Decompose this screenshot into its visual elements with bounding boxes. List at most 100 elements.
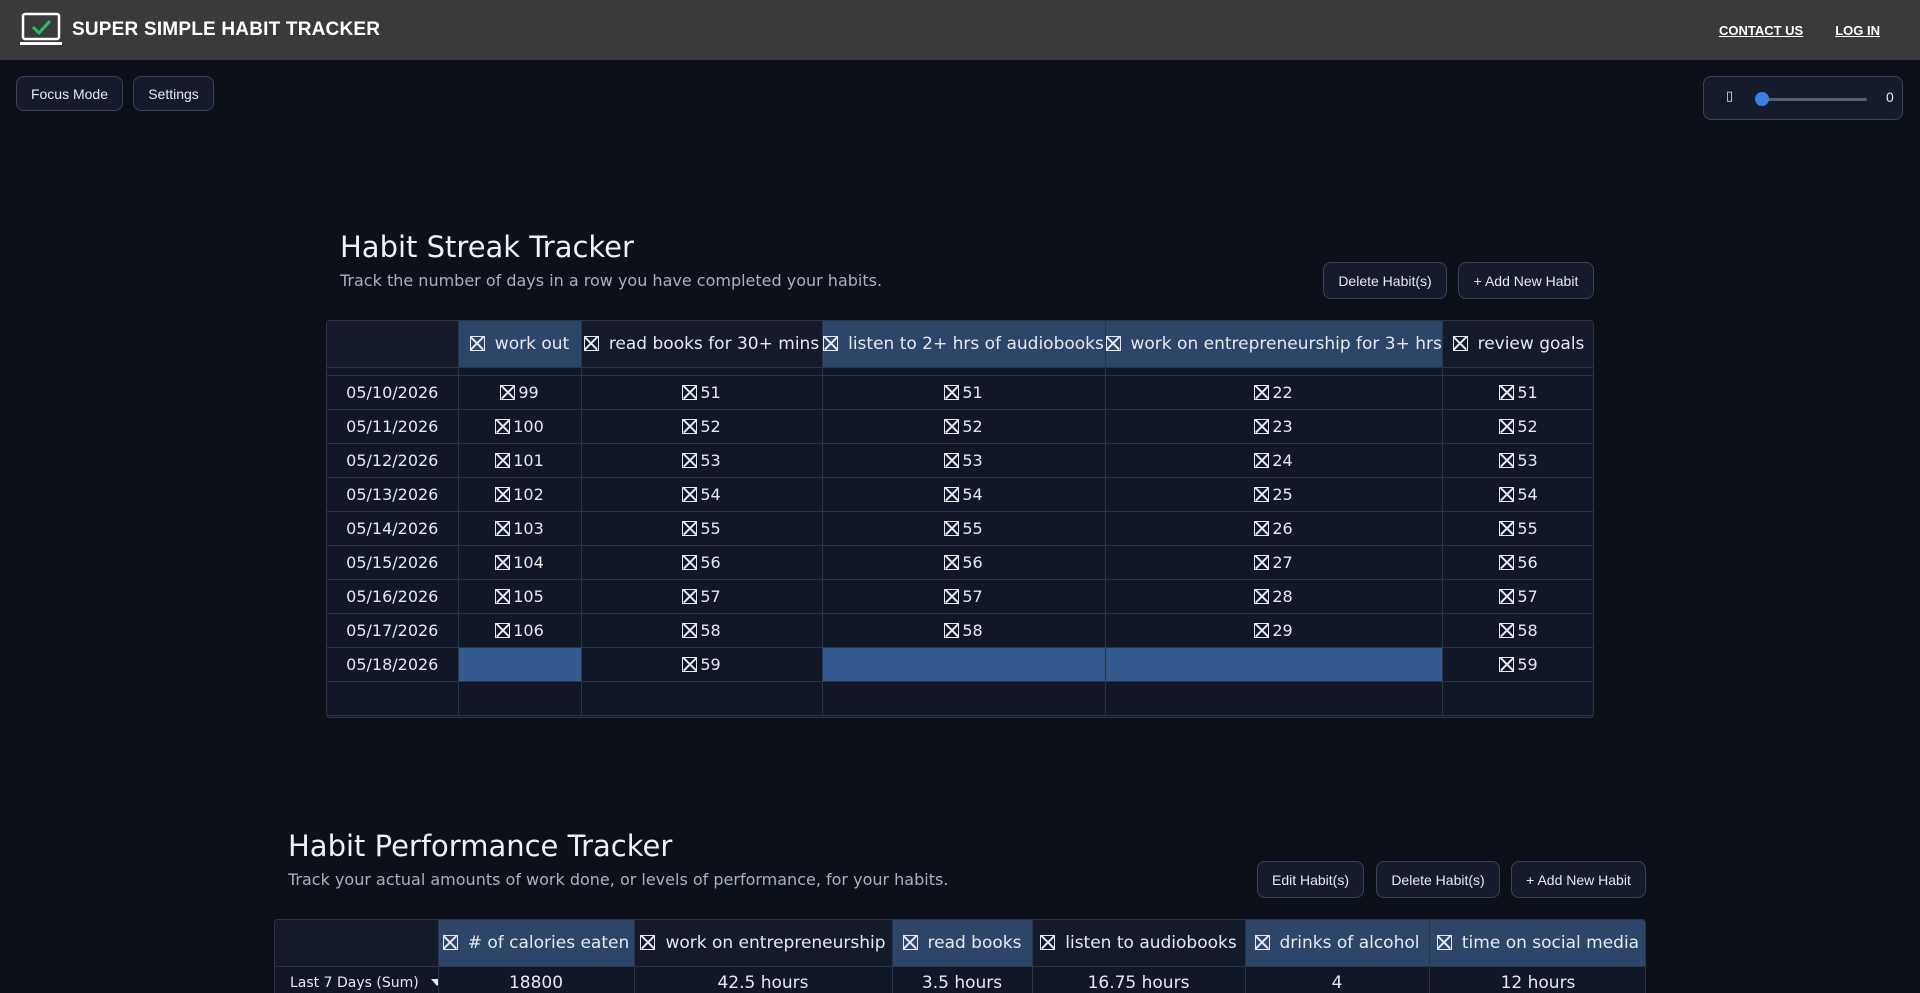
focus-mode-button[interactable]: Focus Mode [16, 76, 123, 111]
habit-header-read-books[interactable]: read books for 30+ mins [581, 321, 823, 368]
slider-track[interactable] [1759, 98, 1867, 101]
checkbox-icon[interactable] [944, 588, 960, 604]
empty-cell[interactable] [458, 681, 582, 716]
checkbox-icon[interactable] [1499, 588, 1515, 604]
perf-header-social-media[interactable]: time on social media [1429, 920, 1645, 967]
perf-header-alcohol[interactable]: drinks of alcohol [1245, 920, 1430, 967]
streak-cell[interactable]: 52 [1442, 409, 1593, 444]
streak-cell[interactable]: 101 [458, 443, 582, 478]
checkbox-icon[interactable] [944, 520, 960, 536]
streak-cell[interactable]: 52 [581, 409, 823, 444]
checkbox-icon[interactable] [1040, 934, 1056, 950]
checkbox-icon[interactable] [1499, 486, 1515, 502]
checkbox-icon[interactable] [495, 452, 511, 468]
checkbox-icon[interactable] [682, 452, 698, 468]
checkbox-icon[interactable] [944, 486, 960, 502]
streak-cell[interactable]: 53 [581, 443, 823, 478]
perf-header-audiobooks[interactable]: listen to audiobooks [1032, 920, 1246, 967]
streak-cell[interactable]: 24 [1105, 443, 1443, 478]
perf-header-read-books[interactable]: read books [892, 920, 1033, 967]
checkbox-icon[interactable] [823, 335, 839, 351]
streak-cell[interactable]: 51 [1442, 375, 1593, 410]
streak-cell[interactable]: 58 [581, 613, 823, 648]
streak-cell[interactable]: 55 [581, 511, 823, 546]
checkbox-icon[interactable] [1254, 934, 1270, 950]
streak-cell[interactable]: 55 [1442, 511, 1593, 546]
checkbox-icon[interactable] [682, 384, 698, 400]
checkbox-icon[interactable] [1254, 622, 1270, 638]
streak-cell[interactable]: 54 [581, 477, 823, 512]
empty-cell[interactable] [822, 681, 1106, 716]
empty-cell[interactable] [581, 681, 823, 716]
perf-header-entrepreneurship[interactable]: work on entrepreneurship [634, 920, 893, 967]
checkbox-icon[interactable] [495, 520, 511, 536]
checkbox-icon[interactable] [1499, 656, 1515, 672]
checkbox-icon[interactable] [495, 554, 511, 570]
streak-cell[interactable] [1105, 647, 1443, 682]
streak-cell[interactable]: 59 [581, 647, 823, 682]
brand[interactable]: SUPER SIMPLE HABIT TRACKER [20, 12, 380, 48]
checkbox-icon[interactable] [1499, 418, 1515, 434]
streak-cell[interactable]: 58 [822, 613, 1106, 648]
range-select[interactable]: Last 7 Days (Sum) [275, 966, 439, 993]
checkbox-icon[interactable] [1254, 486, 1270, 502]
checkbox-icon[interactable] [1499, 384, 1515, 400]
streak-cell[interactable]: 57 [822, 579, 1106, 614]
perf-header-calories[interactable]: # of calories eaten [438, 920, 635, 967]
checkbox-icon[interactable] [469, 335, 485, 351]
streak-cell[interactable]: 104 [458, 545, 582, 580]
checkbox-icon[interactable] [944, 622, 960, 638]
checkbox-icon[interactable] [944, 418, 960, 434]
checkbox-icon[interactable] [1499, 622, 1515, 638]
checkbox-icon[interactable] [944, 452, 960, 468]
checkbox-icon[interactable] [500, 384, 516, 400]
performance-edit-habits-button[interactable]: Edit Habit(s) [1257, 861, 1364, 898]
habit-header-entrepreneurship[interactable]: work on entrepreneurship for 3+ hrs [1105, 321, 1443, 368]
checkbox-icon[interactable] [682, 520, 698, 536]
streak-cell[interactable]: 52 [822, 409, 1106, 444]
streak-cell[interactable]: 55 [822, 511, 1106, 546]
streak-cell[interactable] [458, 647, 582, 682]
streak-cell[interactable]: 99 [458, 375, 582, 410]
checkbox-icon[interactable] [1254, 520, 1270, 536]
streak-cell[interactable]: 57 [581, 579, 823, 614]
checkbox-icon[interactable] [682, 588, 698, 604]
checkbox-icon[interactable] [1254, 418, 1270, 434]
checkbox-icon[interactable] [640, 934, 656, 950]
checkbox-icon[interactable] [1105, 335, 1121, 351]
slider-handle[interactable] [1755, 92, 1769, 106]
log-in-link[interactable]: LOG IN [1835, 23, 1880, 38]
streak-cell[interactable]: 51 [581, 375, 823, 410]
checkbox-icon[interactable] [682, 486, 698, 502]
checkbox-icon[interactable] [495, 622, 511, 638]
streak-cell[interactable] [822, 647, 1106, 682]
streak-delete-habits-button[interactable]: Delete Habit(s) [1323, 262, 1447, 299]
checkbox-icon[interactable] [682, 418, 698, 434]
checkbox-icon[interactable] [1499, 520, 1515, 536]
streak-cell[interactable]: 22 [1105, 375, 1443, 410]
checkbox-icon[interactable] [902, 934, 918, 950]
checkbox-icon[interactable] [1499, 554, 1515, 570]
checkbox-icon[interactable] [583, 335, 599, 351]
habit-header-review-goals[interactable]: review goals [1442, 321, 1593, 368]
streak-cell[interactable]: 23 [1105, 409, 1443, 444]
empty-cell[interactable] [1442, 681, 1593, 716]
streak-cell[interactable]: 26 [1105, 511, 1443, 546]
checkbox-icon[interactable] [944, 554, 960, 570]
streak-cell[interactable]: 27 [1105, 545, 1443, 580]
checkbox-icon[interactable] [495, 418, 511, 434]
streak-cell[interactable]: 29 [1105, 613, 1443, 648]
streak-cell[interactable]: 53 [822, 443, 1106, 478]
contact-us-link[interactable]: CONTACT US [1719, 23, 1803, 38]
streak-cell[interactable]: 54 [822, 477, 1106, 512]
streak-cell[interactable]: 103 [458, 511, 582, 546]
streak-cell[interactable]: 54 [1442, 477, 1593, 512]
streak-cell[interactable]: 56 [1442, 545, 1593, 580]
checkbox-icon[interactable] [682, 656, 698, 672]
performance-add-habit-button[interactable]: + Add New Habit [1511, 861, 1646, 898]
checkbox-icon[interactable] [944, 384, 960, 400]
streak-cell[interactable]: 59 [1442, 647, 1593, 682]
checkbox-icon[interactable] [1254, 384, 1270, 400]
checkbox-icon[interactable] [682, 554, 698, 570]
streak-cell[interactable]: 25 [1105, 477, 1443, 512]
